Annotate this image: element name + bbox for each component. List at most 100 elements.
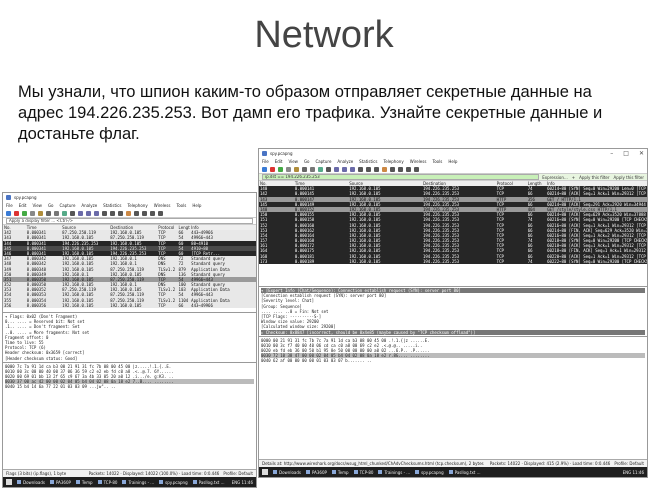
display-filter-input[interactable]: Apply a display filter ... <Ctrl-/> bbox=[6, 218, 253, 224]
stop-capture-icon[interactable] bbox=[14, 210, 19, 216]
resize-columns-icon[interactable] bbox=[414, 166, 419, 172]
maximize-icon[interactable]: □ bbox=[623, 151, 629, 157]
normal-size-icon[interactable] bbox=[150, 210, 155, 216]
last-packet-icon[interactable] bbox=[366, 166, 371, 172]
capture-options-icon[interactable] bbox=[286, 166, 291, 172]
menu-item-edit[interactable]: Edit bbox=[19, 203, 27, 208]
menu-item-analyze[interactable]: Analyze bbox=[81, 203, 97, 208]
packet-row[interactable]: 173 0.000189 192.168.0.105 194.226.235.253 T… bbox=[259, 258, 647, 264]
menu-item-wireless[interactable]: Wireless bbox=[410, 159, 427, 164]
forward-icon[interactable] bbox=[86, 210, 91, 216]
packet-row[interactable]: 356 8.000356 192.168.0.105 192.168.0.105 TCP… bbox=[3, 302, 256, 308]
reload-icon[interactable] bbox=[318, 166, 323, 172]
autoscroll-icon[interactable] bbox=[118, 210, 123, 216]
profile-label[interactable]: Profile: Default bbox=[223, 471, 253, 476]
menu-item-tools[interactable]: Tools bbox=[176, 203, 186, 208]
menu-item-tools[interactable]: Tools bbox=[432, 159, 442, 164]
menu-item-go[interactable]: Go bbox=[304, 159, 310, 164]
goto-icon[interactable] bbox=[94, 210, 99, 216]
start-capture-icon[interactable] bbox=[6, 210, 11, 216]
zoom-out-icon[interactable] bbox=[142, 210, 147, 216]
find-icon[interactable] bbox=[326, 166, 331, 172]
menu-item-edit[interactable]: Edit bbox=[275, 159, 283, 164]
resize-columns-icon[interactable] bbox=[158, 210, 163, 216]
profile-label[interactable]: Profile: Default bbox=[614, 461, 644, 466]
open-file-icon[interactable] bbox=[38, 210, 43, 216]
menu-bar: File Edit View Go Capture Analyze Statistics Te… bbox=[3, 202, 256, 209]
forward-icon[interactable] bbox=[342, 166, 347, 172]
reload-icon[interactable] bbox=[62, 210, 67, 216]
taskbar-item[interactable]: TCP-80 bbox=[97, 480, 117, 485]
taskbar-item[interactable]: Downloads bbox=[17, 480, 45, 485]
taskbar-item[interactable]: PA360P bbox=[305, 470, 327, 475]
filter-button-3[interactable]: Apply this filter bbox=[614, 175, 644, 180]
taskbar-item[interactable]: Temp bbox=[75, 480, 93, 485]
save-file-icon[interactable] bbox=[46, 210, 51, 216]
menu-item-telephony[interactable]: Telephony bbox=[383, 159, 403, 164]
zoom-in-icon[interactable] bbox=[390, 166, 395, 172]
menu-item-statistics[interactable]: Statistics bbox=[103, 203, 121, 208]
start-capture-icon[interactable] bbox=[262, 166, 267, 172]
taskbar-item[interactable]: Temp bbox=[331, 470, 349, 475]
autoscroll-icon[interactable] bbox=[374, 166, 379, 172]
goto-icon[interactable] bbox=[350, 166, 355, 172]
colorize-icon[interactable] bbox=[126, 210, 131, 216]
stop-capture-icon[interactable] bbox=[270, 166, 275, 172]
windows-start-icon[interactable] bbox=[262, 469, 268, 475]
restart-capture-icon[interactable] bbox=[22, 210, 27, 216]
status-bar: Details at: http://www.wireshark.org/doc… bbox=[259, 459, 647, 467]
hex-dump-line[interactable]: 0040 62 af 00 00 00 00 01 03 03 07 b....… bbox=[261, 358, 645, 363]
back-icon[interactable] bbox=[334, 166, 339, 172]
taskbar-item[interactable]: PA360P bbox=[49, 480, 71, 485]
menu-item-file[interactable]: File bbox=[262, 159, 269, 164]
display-filter-input[interactable]: ip.dst == 194.226.235.253 bbox=[262, 174, 540, 180]
find-icon[interactable] bbox=[70, 210, 75, 216]
hex-dump-line[interactable]: 0040 15 b4 14 6a 77 22 01 03 03 09 ...jw… bbox=[5, 384, 254, 389]
windows-start-icon[interactable] bbox=[6, 479, 12, 485]
menu-item-go[interactable]: Go bbox=[48, 203, 54, 208]
detail-line[interactable]: [Header checksum status: Good] bbox=[5, 356, 254, 361]
menu-item-wireless[interactable]: Wireless bbox=[154, 203, 171, 208]
save-file-icon[interactable] bbox=[302, 166, 307, 172]
restart-capture-icon[interactable] bbox=[278, 166, 283, 172]
taskbar-item[interactable]: Pasllog.txt ... bbox=[448, 470, 480, 475]
detail-line[interactable]: ▸ Checksum: 0x8847 [incorrect, should be… bbox=[261, 329, 645, 335]
taskbar-item[interactable]: Downloads bbox=[273, 470, 301, 475]
normal-size-icon[interactable] bbox=[406, 166, 411, 172]
system-tray-clock[interactable]: ENG 11:46 bbox=[232, 480, 253, 485]
zoom-in-icon[interactable] bbox=[134, 210, 139, 216]
taskbar-item[interactable]: Trainings - ... bbox=[378, 470, 410, 475]
back-icon[interactable] bbox=[78, 210, 83, 216]
menu-item-view[interactable]: View bbox=[288, 159, 298, 164]
taskbar-item[interactable]: TCP-80 bbox=[353, 470, 373, 475]
close-file-icon[interactable] bbox=[310, 166, 315, 172]
menu-item-help[interactable]: Help bbox=[192, 203, 201, 208]
menu-item-telephony[interactable]: Telephony bbox=[127, 203, 147, 208]
first-packet-icon[interactable] bbox=[358, 166, 363, 172]
menu-item-analyze[interactable]: Analyze bbox=[337, 159, 353, 164]
taskbar-app-icon bbox=[378, 470, 383, 474]
last-packet-icon[interactable] bbox=[110, 210, 115, 216]
taskbar-item[interactable]: Pasllog.txt ... bbox=[192, 480, 224, 485]
menu-item-capture[interactable]: Capture bbox=[316, 159, 332, 164]
filter-button-1[interactable]: + bbox=[572, 175, 575, 180]
menu-item-view[interactable]: View bbox=[32, 203, 42, 208]
open-file-icon[interactable] bbox=[294, 166, 299, 172]
capture-options-icon[interactable] bbox=[30, 210, 35, 216]
taskbar-item[interactable]: spy.pcapng bbox=[159, 480, 188, 485]
menu-item-capture[interactable]: Capture bbox=[60, 203, 76, 208]
menu-item-file[interactable]: File bbox=[6, 203, 13, 208]
colorize-icon[interactable] bbox=[382, 166, 387, 172]
filter-button-2[interactable]: Apply this filter bbox=[579, 175, 609, 180]
close-file-icon[interactable] bbox=[54, 210, 59, 216]
menu-item-help[interactable]: Help bbox=[448, 159, 457, 164]
minimize-icon[interactable]: – bbox=[610, 151, 613, 157]
system-tray-clock[interactable]: ENG 11:46 bbox=[623, 470, 644, 475]
close-icon[interactable]: ✕ bbox=[639, 151, 644, 157]
menu-item-statistics[interactable]: Statistics bbox=[359, 159, 377, 164]
first-packet-icon[interactable] bbox=[102, 210, 107, 216]
zoom-out-icon[interactable] bbox=[398, 166, 403, 172]
taskbar-item[interactable]: spy.pcapng bbox=[415, 470, 444, 475]
filter-button-0[interactable]: Expression... bbox=[542, 175, 568, 180]
taskbar-item[interactable]: Trainings - ... bbox=[122, 480, 154, 485]
